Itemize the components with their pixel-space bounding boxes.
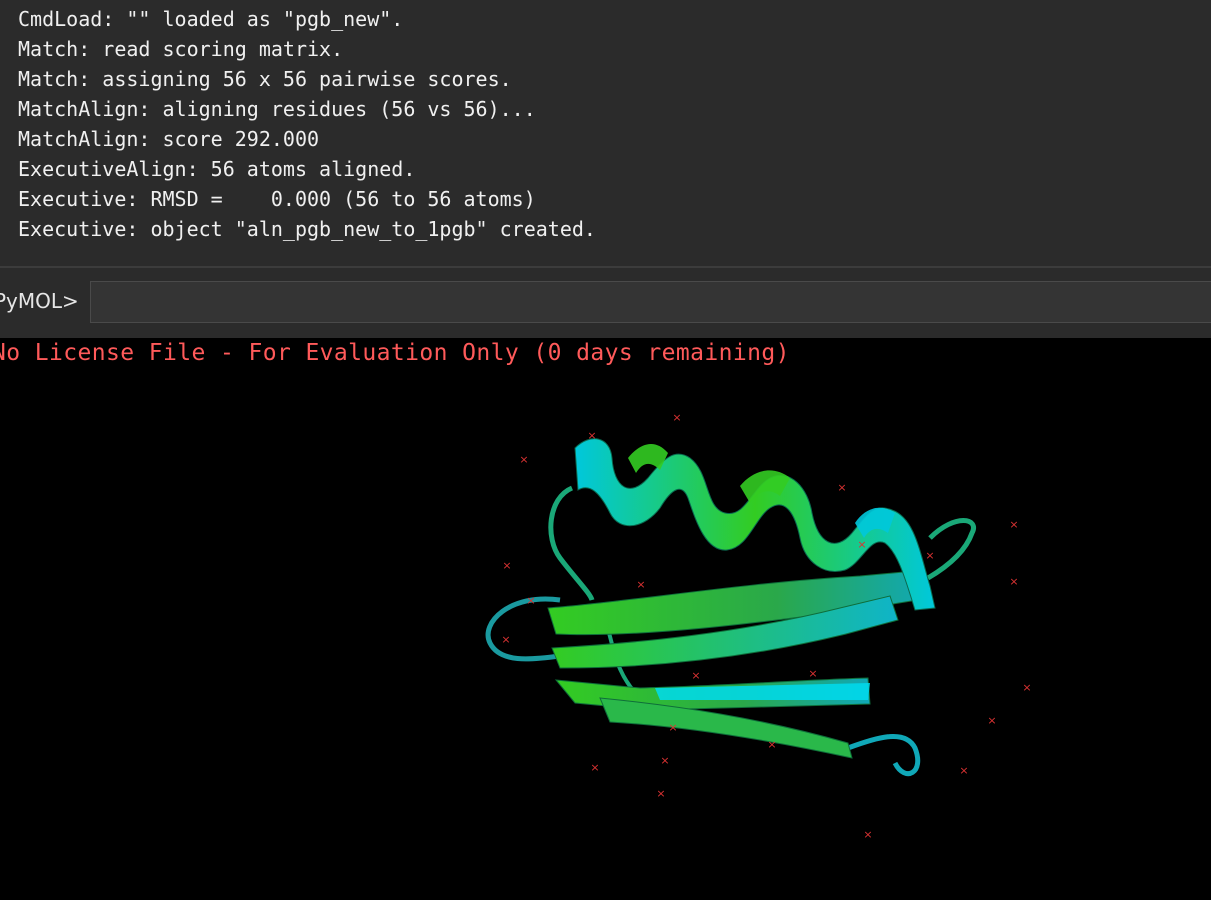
log-line: ExecutiveAlign: 56 atoms aligned.: [18, 157, 416, 181]
water-marker: ×: [519, 453, 528, 466]
water-marker: ×: [808, 667, 817, 680]
license-warning: No License File - For Evaluation Only (0…: [0, 340, 790, 366]
water-marker: ×: [1009, 575, 1018, 588]
water-marker: ×: [837, 481, 846, 494]
log-line: MatchAlign: score 292.000: [18, 127, 320, 151]
water-marker: ×: [863, 828, 872, 841]
command-bar: PyMOL>: [0, 268, 1211, 338]
log-line: Match: assigning 56 x 56 pairwise scores…: [18, 67, 512, 91]
water-marker: ×: [767, 738, 776, 751]
water-marker: ×: [590, 761, 599, 774]
log-line: Executive: RMSD = 0.000 (56 to 56 atoms): [18, 187, 536, 211]
structure-scene[interactable]: × × × × × × × × × × × × × × × × × × × × × × ×: [0, 338, 1211, 900]
water-marker: ×: [502, 559, 511, 572]
water-marker: ×: [668, 721, 677, 734]
water-marker: ×: [987, 714, 996, 727]
command-prompt-label: PyMOL>: [0, 289, 79, 313]
log-line: MatchAlign: aligning residues (56 vs 56)…: [18, 97, 536, 121]
protein-cartoon: [485, 438, 976, 777]
water-marker: ×: [672, 411, 681, 424]
water-marker: ×: [691, 669, 700, 682]
water-marker: ×: [636, 578, 645, 591]
log-line: Match: read scoring matrix.: [18, 37, 344, 61]
water-marker: ×: [587, 429, 596, 442]
water-marker: ×: [959, 764, 968, 777]
water-marker: ×: [857, 538, 866, 551]
water-marker: ×: [501, 633, 510, 646]
molecular-viewer[interactable]: × × × × × × × × × × × × × × × × × × × × × × × No License File …: [0, 338, 1211, 900]
command-input[interactable]: [90, 281, 1211, 323]
water-marker: ×: [1022, 681, 1031, 694]
log-line: CmdLoad: "" loaded as "pgb_new".: [18, 7, 404, 31]
log-lines: CmdLoad: "" loaded as "pgb_new". Match: …: [18, 4, 596, 244]
output-log-panel: CmdLoad: "" loaded as "pgb_new". Match: …: [0, 0, 1211, 268]
log-line: Executive: object "aln_pgb_new_to_1pgb" …: [18, 217, 596, 241]
water-marker: ×: [526, 594, 535, 607]
water-marker: ×: [660, 754, 669, 767]
water-marker: ×: [1009, 518, 1018, 531]
water-marker: ×: [925, 549, 934, 562]
water-marker: ×: [656, 787, 665, 800]
